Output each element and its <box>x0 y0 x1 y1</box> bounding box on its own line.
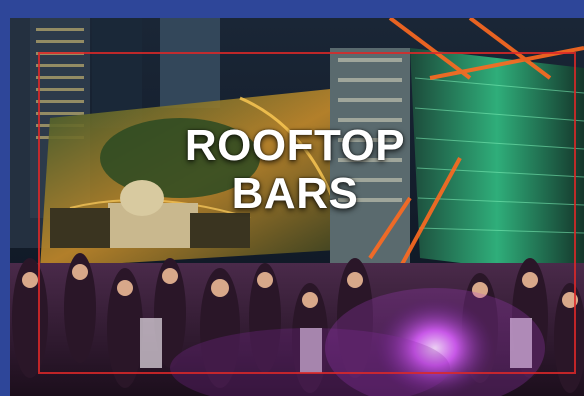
card-top-border <box>0 0 584 18</box>
title-line-2: BARS <box>231 169 359 218</box>
card-left-border <box>0 18 10 396</box>
rooftop-bars-card[interactable]: ROOFTOP BARS <box>0 0 584 396</box>
title-line-1: ROOFTOP <box>184 121 406 170</box>
card-title: ROOFTOP BARS <box>150 122 440 218</box>
